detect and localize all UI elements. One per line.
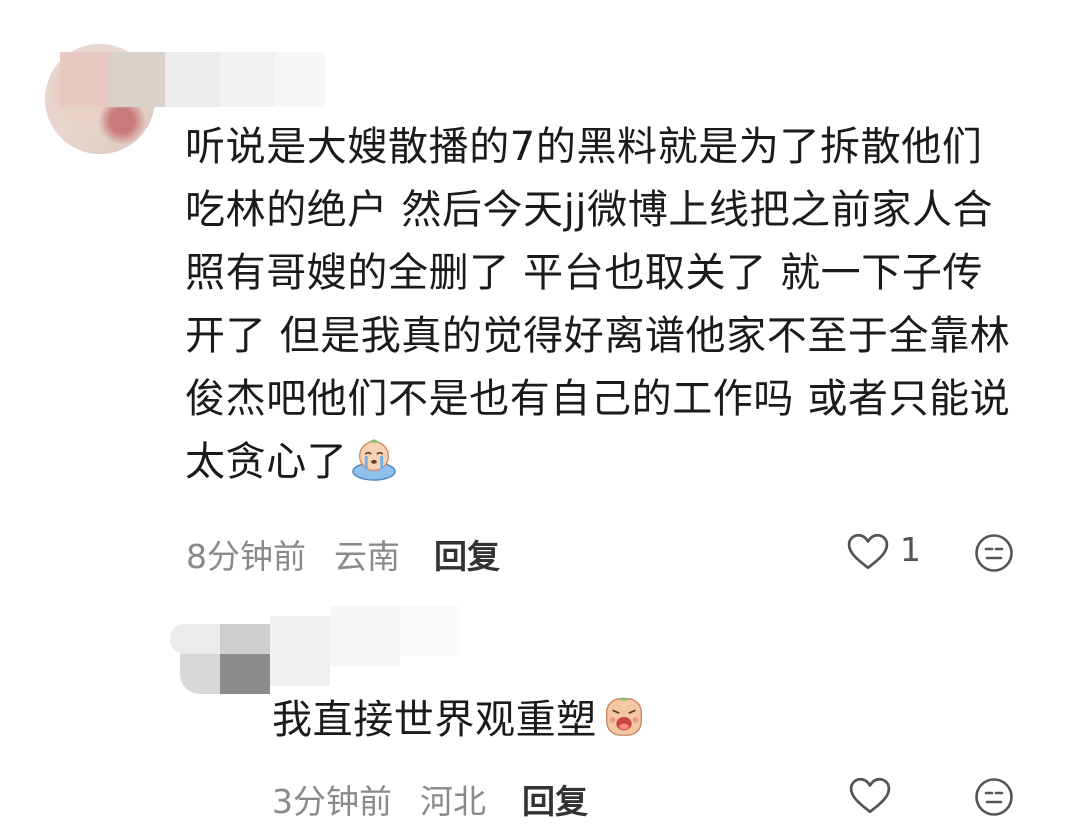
comment-location: 云南 xyxy=(334,537,400,576)
wailing-face-emoji xyxy=(605,697,642,736)
crying-face-emoji xyxy=(352,439,397,481)
avatar[interactable] xyxy=(170,606,460,694)
comment-time: 8分钟前 xyxy=(186,537,306,576)
emoji-face-icon[interactable] xyxy=(974,533,1014,573)
comment-text-fragment: 太贪心了 xyxy=(185,439,348,485)
heart-outline-icon[interactable] xyxy=(849,777,891,815)
comment-text-line: 吃林的绝户 然后今天jj微博上线把之前家人合 xyxy=(185,187,994,233)
comment-text-line-last: 我直接世界观重塑 xyxy=(272,690,647,751)
heart-outline-icon[interactable] xyxy=(847,533,889,571)
reply-button[interactable]: 回复 xyxy=(434,530,500,578)
comment-text-line: 听说是大嫂散播的7的黑料就是为了拆散他们 xyxy=(185,124,983,170)
comment-text-line: 照有哥嫂的全删了 平台也取关了 就一下子传 xyxy=(185,250,984,296)
reply-button[interactable]: 回复 xyxy=(522,775,588,823)
comment-location: 河北 xyxy=(420,782,486,821)
comment-text-line: 俊杰吧他们不是也有自己的工作吗 或者只能说 xyxy=(185,376,1011,422)
comment-text-line: 开了 但是我真的觉得好离谱他家不至于全靠林 xyxy=(185,313,1011,359)
username-mosaic xyxy=(60,52,325,107)
emoji-face-icon[interactable] xyxy=(974,777,1014,817)
comment-text-line-last: 太贪心了 xyxy=(185,432,397,493)
comment-time: 3分钟前 xyxy=(272,782,392,821)
like-count: 1 xyxy=(900,530,921,569)
comment-text-fragment: 我直接世界观重塑 xyxy=(272,697,597,743)
